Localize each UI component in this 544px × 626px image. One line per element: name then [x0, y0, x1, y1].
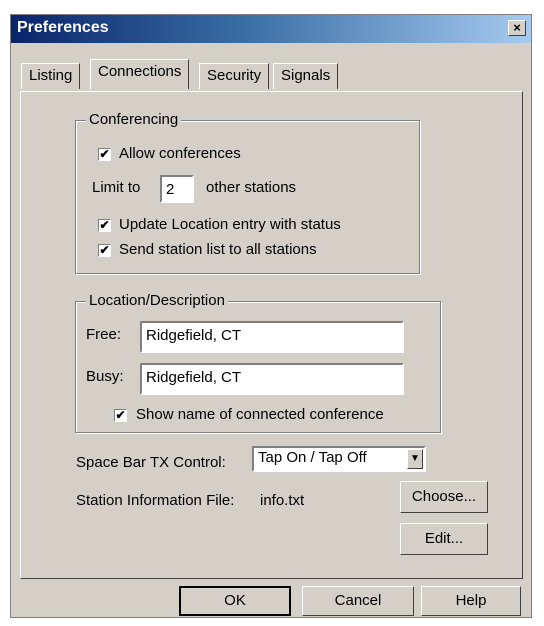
- space-bar-tx-value: Tap On / Tap Off: [258, 449, 367, 466]
- space-bar-tx-label: Space Bar TX Control:: [76, 454, 226, 471]
- busy-label: Busy:: [86, 368, 124, 385]
- tab-listing[interactable]: Listing: [21, 63, 81, 89]
- show-conference-name-checkbox[interactable]: ✔: [114, 409, 127, 422]
- update-location-checkbox[interactable]: ✔: [98, 219, 111, 232]
- limit-stations-input[interactable]: 2: [160, 175, 194, 203]
- other-stations-label: other stations: [206, 179, 297, 196]
- space-bar-tx-select[interactable]: Tap On / Tap Off ▼: [252, 446, 426, 472]
- station-file-value: info.txt: [260, 492, 305, 509]
- allow-conferences-checkbox[interactable]: ✔: [98, 148, 111, 161]
- limit-to-label: Limit to: [92, 179, 141, 196]
- preferences-window: Preferences × Listing Connections Securi…: [10, 14, 532, 618]
- cancel-button[interactable]: Cancel: [302, 586, 414, 616]
- busy-location-input[interactable]: Ridgefield, CT: [140, 363, 404, 395]
- station-file-label: Station Information File:: [76, 492, 235, 509]
- send-station-list-checkbox[interactable]: ✔: [98, 244, 111, 257]
- tab-connections[interactable]: Connections: [90, 59, 190, 89]
- ok-button[interactable]: OK: [179, 586, 291, 616]
- location-legend: Location/Description: [86, 292, 228, 309]
- dropdown-arrow-icon[interactable]: ▼: [407, 449, 423, 469]
- conferencing-legend: Conferencing: [86, 111, 182, 128]
- tab-security[interactable]: Security: [199, 63, 270, 89]
- free-location-input[interactable]: Ridgefield, CT: [140, 321, 404, 353]
- conferencing-group: Conferencing ✔ Allow conferences Limit t…: [75, 111, 420, 274]
- location-group: Location/Description Free: Ridgefield, C…: [75, 292, 441, 433]
- window-title: Preferences: [17, 19, 109, 36]
- help-button[interactable]: Help: [421, 586, 521, 616]
- title-bar: Preferences ×: [11, 15, 531, 43]
- show-conference-name-label: Show name of connected conference: [136, 406, 384, 423]
- update-location-label: Update Location entry with status: [119, 216, 341, 233]
- free-label: Free:: [86, 326, 122, 343]
- close-button[interactable]: ×: [508, 20, 526, 36]
- tab-signals[interactable]: Signals: [273, 63, 339, 89]
- connections-panel: Conferencing ✔ Allow conferences Limit t…: [20, 91, 523, 579]
- allow-conferences-label: Allow conferences: [119, 145, 241, 162]
- choose-button[interactable]: Choose...: [400, 481, 488, 513]
- edit-button[interactable]: Edit...: [400, 523, 488, 555]
- send-station-list-label: Send station list to all stations: [119, 241, 317, 258]
